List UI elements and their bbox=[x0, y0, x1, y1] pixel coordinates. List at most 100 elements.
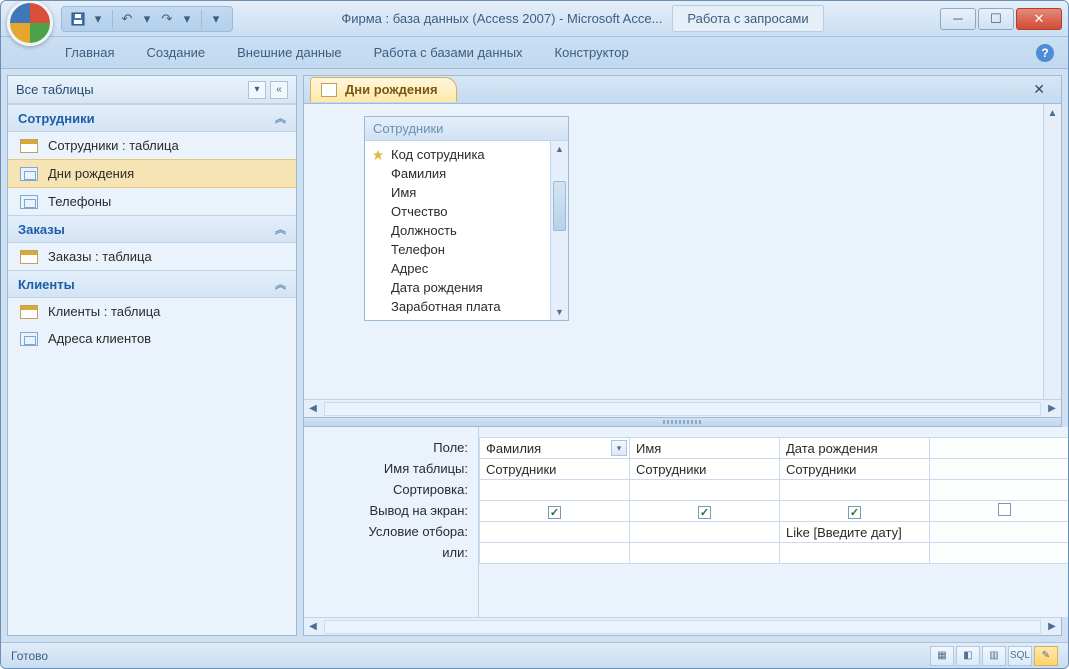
nav-item-table[interactable]: Сотрудники : таблица bbox=[8, 132, 296, 159]
minimize-button[interactable]: ─ bbox=[940, 8, 976, 30]
design-grid-hscroll[interactable]: ◀ ▶ bbox=[304, 617, 1061, 635]
grid-cell-sort[interactable] bbox=[480, 480, 630, 501]
grid-cell-or[interactable] bbox=[480, 543, 630, 564]
nav-group-header[interactable]: Сотрудники ︽ bbox=[8, 104, 296, 132]
grid-cell-show[interactable] bbox=[630, 501, 780, 522]
design-surface-hscroll[interactable]: ◀ ▶ bbox=[304, 399, 1061, 417]
nav-item-query[interactable]: Адреса клиентов bbox=[8, 325, 296, 352]
nav-group-header[interactable]: Заказы ︽ bbox=[8, 215, 296, 243]
scroll-right-icon[interactable]: ▶ bbox=[1043, 618, 1061, 636]
checkbox-icon[interactable] bbox=[698, 506, 711, 519]
office-button[interactable] bbox=[7, 0, 53, 46]
maximize-button[interactable]: ☐ bbox=[978, 8, 1014, 30]
ribbon-tabs: Главная Создание Внешние данные Работа с… bbox=[1, 37, 1068, 69]
nav-header[interactable]: Все таблицы ▾ « bbox=[8, 76, 296, 104]
document-tab[interactable]: Дни рождения bbox=[310, 77, 457, 102]
grid-cell-show[interactable] bbox=[480, 501, 630, 522]
query-design-surface[interactable]: Сотрудники Код сотрудника Фамилия Имя От… bbox=[304, 104, 1043, 399]
nav-item-table[interactable]: Клиенты : таблица bbox=[8, 298, 296, 325]
nav-item-query[interactable]: Дни рождения bbox=[8, 159, 296, 188]
scroll-right-icon[interactable]: ▶ bbox=[1043, 400, 1061, 418]
tab-database-tools[interactable]: Работа с базами данных bbox=[370, 39, 527, 68]
close-button[interactable]: ✕ bbox=[1016, 8, 1062, 30]
tab-create[interactable]: Создание bbox=[142, 39, 209, 68]
design-row-labels: Поле: Имя таблицы: Сортировка: Вывод на … bbox=[304, 427, 479, 617]
scroll-up-icon[interactable]: ▲ bbox=[551, 141, 568, 157]
dropdown-icon[interactable]: ▾ bbox=[179, 11, 195, 27]
field-list: Код сотрудника Фамилия Имя Отчество Долж… bbox=[365, 141, 550, 320]
grid-cell-empty[interactable] bbox=[930, 480, 1069, 501]
grid-cell-table[interactable]: Сотрудники bbox=[780, 459, 930, 480]
grid-cell-sort[interactable] bbox=[630, 480, 780, 501]
grid-cell-empty[interactable] bbox=[930, 459, 1069, 480]
table-icon bbox=[20, 139, 38, 153]
grid-cell-criteria[interactable] bbox=[480, 522, 630, 543]
nav-menu-dropdown[interactable]: ▾ bbox=[248, 81, 266, 99]
undo-icon[interactable]: ↶ bbox=[119, 11, 135, 27]
grid-cell-or[interactable] bbox=[630, 543, 780, 564]
field-item[interactable]: Дата рождения bbox=[365, 278, 550, 297]
view-sql-button[interactable]: SQL bbox=[1008, 646, 1032, 666]
grid-cell-table[interactable]: Сотрудники bbox=[480, 459, 630, 480]
view-datasheet-button[interactable]: ▦ bbox=[930, 646, 954, 666]
table-card[interactable]: Сотрудники Код сотрудника Фамилия Имя От… bbox=[364, 116, 569, 321]
field-item[interactable]: Адрес bbox=[365, 259, 550, 278]
field-item[interactable]: Заработная плата bbox=[365, 297, 550, 316]
field-item[interactable]: Отчество bbox=[365, 202, 550, 221]
view-pivot-button[interactable]: ◧ bbox=[956, 646, 980, 666]
qat-menu-icon[interactable]: ▾ bbox=[208, 11, 224, 27]
grid-cell-empty[interactable] bbox=[930, 501, 1069, 522]
collapse-icon: ︽ bbox=[275, 110, 286, 126]
nav-collapse-button[interactable]: « bbox=[270, 81, 288, 99]
nav-group-header[interactable]: Клиенты ︽ bbox=[8, 270, 296, 298]
field-item[interactable]: Имя bbox=[365, 183, 550, 202]
grid-cell-empty[interactable] bbox=[930, 438, 1069, 459]
grid-cell-sort[interactable] bbox=[780, 480, 930, 501]
help-icon[interactable]: ? bbox=[1036, 44, 1054, 62]
grid-cell-field[interactable]: Имя bbox=[630, 438, 780, 459]
grid-cell-criteria[interactable] bbox=[630, 522, 780, 543]
scroll-left-icon[interactable]: ◀ bbox=[304, 618, 322, 636]
dropdown-icon[interactable]: ▾ bbox=[611, 440, 627, 456]
grid-cell-field[interactable]: Фамилия▾ bbox=[480, 438, 630, 459]
design-surface-vscroll[interactable]: ▲ bbox=[1043, 104, 1061, 399]
checkbox-icon[interactable] bbox=[548, 506, 561, 519]
scroll-up-icon[interactable]: ▲ bbox=[1044, 104, 1061, 122]
view-pivotchart-button[interactable]: ▥ bbox=[982, 646, 1006, 666]
field-item[interactable]: Код сотрудника bbox=[365, 145, 550, 164]
table-icon bbox=[20, 305, 38, 319]
view-design-button[interactable]: ✎ bbox=[1034, 646, 1058, 666]
tab-home[interactable]: Главная bbox=[61, 39, 118, 68]
grid-cell-show[interactable] bbox=[780, 501, 930, 522]
nav-item-query[interactable]: Телефоны bbox=[8, 188, 296, 215]
nav-item-table[interactable]: Заказы : таблица bbox=[8, 243, 296, 270]
grid-cell-or[interactable] bbox=[780, 543, 930, 564]
nav-group-name: Клиенты bbox=[18, 277, 75, 292]
splitter[interactable] bbox=[304, 417, 1061, 427]
field-item[interactable]: Должность bbox=[365, 221, 550, 240]
dropdown-icon[interactable]: ▾ bbox=[139, 11, 155, 27]
scroll-track[interactable] bbox=[324, 620, 1041, 634]
redo-icon[interactable]: ↷ bbox=[159, 11, 175, 27]
checkbox-icon[interactable] bbox=[998, 503, 1011, 516]
grid-cell-empty[interactable] bbox=[930, 522, 1069, 543]
dropdown-icon[interactable]: ▾ bbox=[90, 11, 106, 27]
field-item[interactable]: Фамилия bbox=[365, 164, 550, 183]
grid-cell-criteria[interactable]: Like [Введите дату] bbox=[780, 522, 930, 543]
checkbox-icon[interactable] bbox=[848, 506, 861, 519]
grid-cell-field[interactable]: Дата рождения bbox=[780, 438, 930, 459]
field-list-scrollbar[interactable]: ▲ ▼ bbox=[550, 141, 568, 320]
scroll-left-icon[interactable]: ◀ bbox=[304, 400, 322, 418]
field-item[interactable]: Телефон bbox=[365, 240, 550, 259]
tab-design[interactable]: Конструктор bbox=[551, 39, 633, 68]
table-icon bbox=[20, 250, 38, 264]
grid-cell-table[interactable]: Сотрудники bbox=[630, 459, 780, 480]
scroll-thumb[interactable] bbox=[553, 181, 566, 231]
nav-group-name: Сотрудники bbox=[18, 111, 95, 126]
scroll-down-icon[interactable]: ▼ bbox=[551, 304, 568, 320]
tab-external-data[interactable]: Внешние данные bbox=[233, 39, 346, 68]
save-icon[interactable] bbox=[70, 11, 86, 27]
close-document-button[interactable]: ✕ bbox=[1027, 79, 1051, 100]
scroll-track[interactable] bbox=[324, 402, 1041, 416]
grid-cell-empty[interactable] bbox=[930, 543, 1069, 564]
